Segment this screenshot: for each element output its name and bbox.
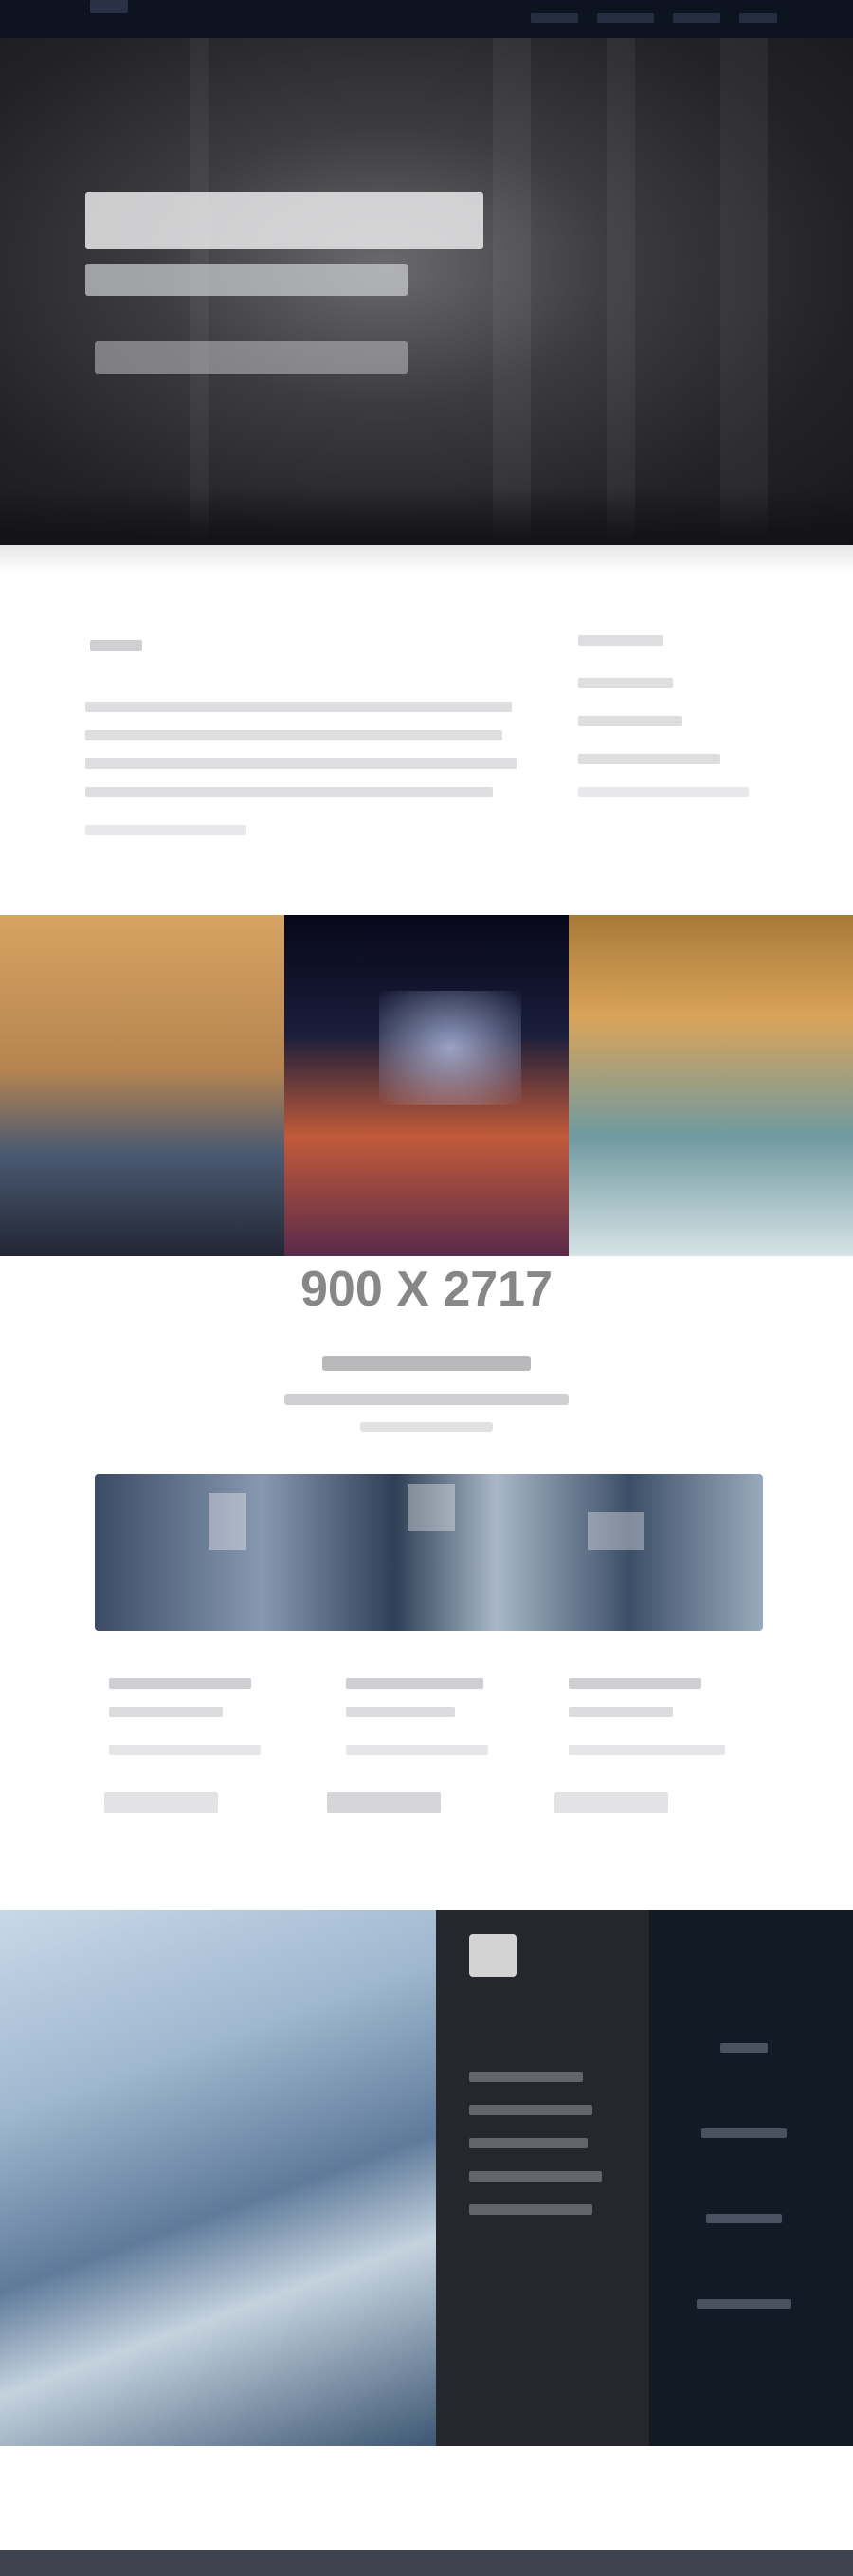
feature-menu-item[interactable] — [697, 2299, 791, 2309]
card-title[interactable] — [569, 1678, 701, 1689]
nav-link[interactable] — [739, 13, 777, 23]
feature-text-line — [469, 2171, 602, 2182]
hero-heading — [85, 192, 483, 249]
hero-subheading — [85, 264, 408, 296]
intro-text-line — [85, 825, 246, 835]
feature-text-line — [469, 2105, 592, 2115]
feature-menu-item[interactable] — [701, 2128, 787, 2138]
section-title — [322, 1356, 531, 1371]
image-banner — [0, 915, 853, 1256]
top-navbar — [0, 0, 853, 38]
feature-section — [0, 1910, 853, 2446]
nav-link[interactable] — [531, 13, 578, 23]
card-meta — [327, 1792, 441, 1813]
feature-text-line — [469, 2072, 583, 2082]
feature-text-line — [469, 2138, 588, 2148]
banner-image-left — [0, 915, 284, 1256]
section-subtitle — [284, 1394, 569, 1405]
card-meta — [554, 1792, 668, 1813]
feature-menu-item[interactable] — [720, 2043, 768, 2053]
section-subtitle — [360, 1422, 493, 1432]
hero-tagline — [95, 341, 408, 374]
card-text — [346, 1745, 488, 1755]
card-text — [569, 1707, 673, 1717]
intro-text-line — [85, 702, 512, 712]
intro-text-line — [85, 730, 502, 740]
placeholder-size-label: 900 X 2717 — [299, 1262, 554, 1317]
sidebar-text-line — [578, 678, 673, 688]
feature-menu-item[interactable] — [706, 2214, 782, 2223]
sidebar-text-line — [578, 754, 720, 764]
card-title[interactable] — [109, 1678, 251, 1689]
nav-link[interactable] — [597, 13, 654, 23]
card-text — [109, 1745, 261, 1755]
intro-label — [90, 640, 142, 651]
footer-bar — [0, 2550, 853, 2576]
nav-link[interactable] — [673, 13, 720, 23]
card-text — [109, 1707, 223, 1717]
card-meta — [104, 1792, 218, 1813]
sidebar-text-line — [578, 635, 663, 646]
card-text — [569, 1745, 725, 1755]
hero-section — [0, 38, 853, 545]
feature-menu-panel — [649, 1910, 853, 2446]
intro-text-line — [85, 787, 493, 797]
team-photo — [0, 1910, 436, 2446]
sidebar-text-line — [578, 716, 682, 726]
sidebar-text-line — [578, 787, 749, 797]
intro-text-line — [85, 758, 517, 769]
cards-image-strip[interactable] — [95, 1474, 763, 1631]
card-text — [346, 1707, 455, 1717]
feature-text-line — [469, 2204, 592, 2215]
brand-logo[interactable] — [90, 0, 128, 13]
feature-logo — [469, 1934, 517, 1977]
card-title[interactable] — [346, 1678, 483, 1689]
hero-divider — [0, 545, 853, 574]
footer — [0, 2446, 853, 2576]
banner-image-right — [569, 915, 853, 1256]
